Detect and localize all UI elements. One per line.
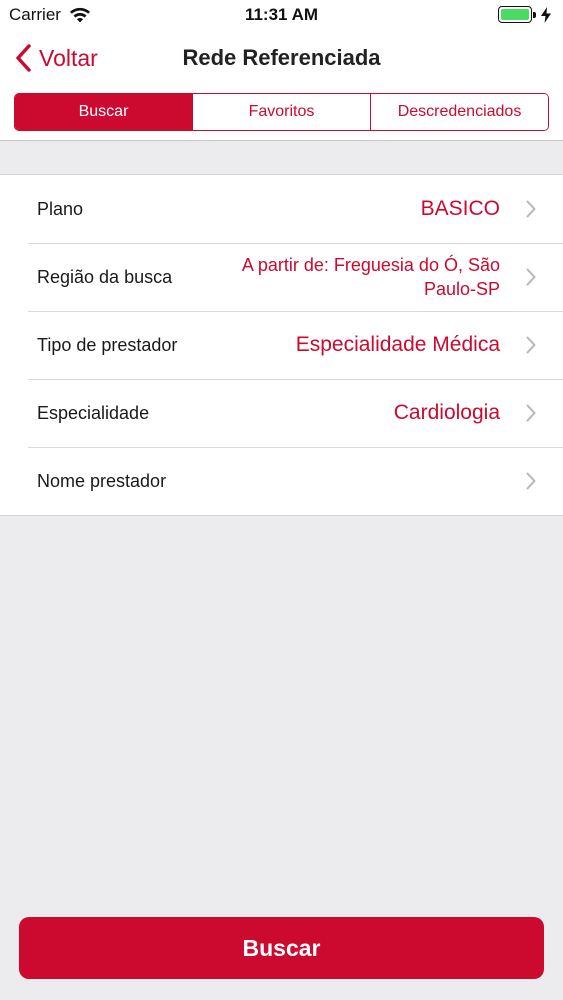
- row-regiao-busca[interactable]: Região da busca A partir de: Freguesia d…: [0, 243, 563, 311]
- row-tipo-prestador[interactable]: Tipo de prestador Especialidade Médica: [0, 311, 563, 379]
- row-label: Tipo de prestador: [37, 334, 178, 355]
- tab-buscar[interactable]: Buscar: [15, 94, 192, 130]
- row-value: Especialidade Médica: [295, 333, 500, 356]
- row-label: Nome prestador: [37, 470, 167, 491]
- tab-favoritos[interactable]: Favoritos: [192, 94, 370, 130]
- row-label: Região da busca: [37, 266, 173, 287]
- status-bar: Carrier 11:31 AM: [0, 0, 563, 30]
- search-form-list: Plano BASICO Região da busca A partir de…: [0, 174, 563, 516]
- battery-group: [498, 6, 551, 23]
- status-time: 11:31 AM: [244, 5, 319, 24]
- row-plano[interactable]: Plano BASICO: [0, 175, 563, 243]
- row-label: Especialidade: [37, 402, 150, 423]
- chevron-right-icon: [526, 200, 536, 218]
- battery-tip: [533, 11, 536, 18]
- page-title: Rede Referenciada: [182, 45, 381, 70]
- chevron-right-icon: [526, 268, 536, 286]
- row-value: A partir de: Freguesia do Ó, São Paulo-S…: [241, 255, 500, 299]
- row-especialidade[interactable]: Especialidade Cardiologia: [0, 379, 563, 447]
- tab-descredenciados[interactable]: Descredenciados: [370, 94, 548, 130]
- chevron-right-icon: [526, 404, 536, 422]
- bolt-icon: [541, 6, 551, 23]
- navigation-bar: Voltar Rede Referenciada: [0, 34, 563, 82]
- chevron-right-icon: [526, 472, 536, 490]
- battery-icon: [498, 6, 532, 23]
- search-button[interactable]: Buscar: [19, 917, 544, 979]
- row-nome-prestador[interactable]: Nome prestador: [0, 447, 563, 515]
- row-value: BASICO: [420, 197, 500, 220]
- battery-level: [501, 9, 529, 20]
- chevron-right-icon: [526, 336, 536, 354]
- row-value: Cardiologia: [393, 401, 500, 424]
- row-label: Plano: [37, 198, 84, 219]
- header-area: Carrier 11:31 AM Voltar Rede Referenciad…: [0, 0, 563, 141]
- segmented-control: Buscar Favoritos Descredenciados: [14, 93, 549, 131]
